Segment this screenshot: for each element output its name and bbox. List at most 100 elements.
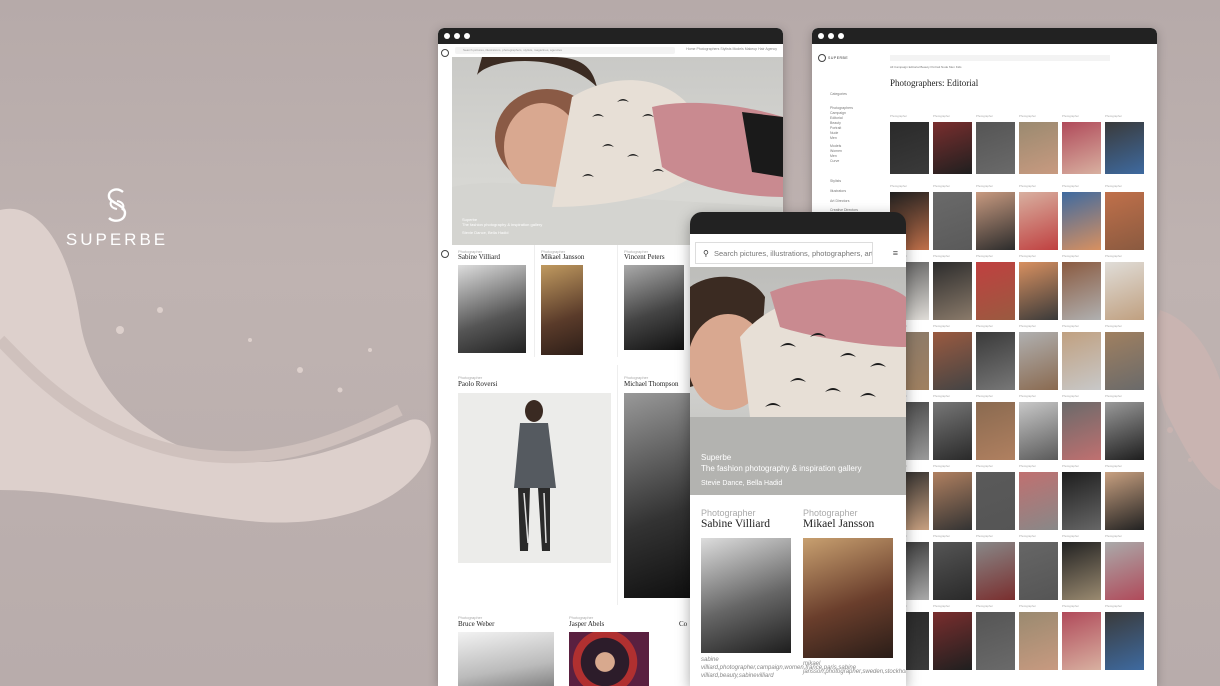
editorial-thumbnail[interactable] — [1062, 122, 1101, 174]
editorial-thumbnail[interactable] — [1019, 612, 1058, 670]
sidebar-category-item[interactable]: Portrait — [830, 126, 841, 130]
photographer-name[interactable]: Paolo Roversi — [458, 380, 497, 388]
search-input[interactable]: Search pictures, illustrations, photogra… — [455, 47, 675, 54]
editorial-thumbnail[interactable] — [933, 262, 972, 320]
editorial-thumbnail[interactable] — [976, 122, 1015, 174]
photographer-name[interactable]: Vincent Peters — [624, 253, 665, 261]
logo-icon[interactable] — [818, 54, 826, 62]
editorial-thumbnail[interactable] — [976, 542, 1015, 600]
editorial-thumbnail[interactable] — [890, 122, 929, 174]
editorial-thumbnail[interactable] — [933, 192, 972, 250]
thumbnail-label: Photographer — [976, 464, 993, 468]
editorial-thumbnail[interactable] — [976, 402, 1015, 460]
sidebar-category-item[interactable]: Men — [830, 154, 837, 158]
photo-thumbnail[interactable] — [624, 265, 684, 350]
sidebar-category-item[interactable]: Stylists — [830, 179, 841, 183]
editorial-thumbnail[interactable] — [1062, 542, 1101, 600]
editorial-thumbnail[interactable] — [1062, 262, 1101, 320]
editorial-thumbnail[interactable] — [1019, 402, 1058, 460]
hero-caption-tagline: The fashion photography & inspiration ga… — [462, 222, 543, 227]
photo-thumbnail[interactable] — [701, 538, 791, 653]
sidebar-category-item[interactable]: Categories — [830, 92, 847, 96]
editorial-thumbnail[interactable] — [1105, 472, 1144, 530]
logo-icon[interactable] — [441, 49, 449, 57]
photographer-name[interactable]: Michael Thompson — [624, 380, 679, 388]
photographer-name[interactable]: Co — [679, 620, 687, 628]
photographer-name[interactable]: Sabine Villiard — [701, 518, 770, 530]
thumbnail-label: Photographer — [933, 464, 950, 468]
sidebar-category-item[interactable]: Photographers — [830, 106, 853, 110]
editorial-thumbnail[interactable] — [933, 332, 972, 390]
sidebar-category-item[interactable]: Art Directors — [830, 199, 849, 203]
filter-tabs[interactable]: All Campaign Editorial Beauty Portrait N… — [890, 65, 962, 69]
left-rail — [438, 44, 453, 686]
thumbnail-label: Photographer — [1062, 324, 1079, 328]
window-dot — [838, 33, 844, 39]
photo-thumbnail[interactable] — [569, 632, 649, 686]
search-input[interactable] — [890, 55, 1110, 61]
editorial-thumbnail[interactable] — [1062, 612, 1101, 670]
photographer-name[interactable]: Jasper Abels — [569, 620, 604, 628]
photo-thumbnail[interactable] — [458, 632, 554, 686]
editorial-thumbnail[interactable] — [1105, 402, 1144, 460]
editorial-thumbnail[interactable] — [1062, 472, 1101, 530]
sidebar-category-item[interactable]: Curve — [830, 159, 839, 163]
photo-thumbnail[interactable] — [803, 538, 893, 658]
editorial-thumbnail[interactable] — [933, 542, 972, 600]
mobile-hero-tagline: The fashion photography & inspiration ga… — [701, 464, 862, 473]
photo-thumbnail[interactable] — [624, 393, 694, 598]
photo-thumbnail[interactable] — [541, 265, 583, 355]
mobile-search-placeholder: Search pictures, illustrations, photogra… — [714, 249, 872, 258]
sidebar-category-item[interactable]: Beauty — [830, 121, 841, 125]
photo-thumbnail[interactable] — [458, 265, 526, 353]
editorial-thumbnail[interactable] — [1062, 332, 1101, 390]
editorial-thumbnail[interactable] — [1105, 262, 1144, 320]
editorial-thumbnail[interactable] — [1105, 192, 1144, 250]
sidebar-category-item[interactable]: Models — [830, 144, 841, 148]
editorial-thumbnail[interactable] — [1105, 332, 1144, 390]
mobile-search-input[interactable]: ⚲ Search pictures, illustrations, photog… — [695, 242, 873, 264]
top-nav[interactable]: Home Photographers Stylists Models Makeu… — [686, 47, 777, 51]
sidebar-category-item[interactable]: Campaign — [830, 111, 846, 115]
editorial-thumbnail[interactable] — [976, 612, 1015, 670]
sidebar-category-item[interactable]: Nude — [830, 131, 838, 135]
editorial-thumbnail[interactable] — [933, 612, 972, 670]
editorial-thumbnail[interactable] — [1105, 612, 1144, 670]
photographer-name[interactable]: Bruce Weber — [458, 620, 494, 628]
sidebar-category-item[interactable]: Editorial — [830, 116, 843, 120]
mobile-hero-image[interactable]: Superbe The fashion photography & inspir… — [690, 267, 906, 495]
editorial-thumbnail[interactable] — [933, 472, 972, 530]
editorial-thumbnail[interactable] — [1019, 192, 1058, 250]
editorial-thumbnail[interactable] — [1019, 262, 1058, 320]
editorial-thumbnail[interactable] — [976, 262, 1015, 320]
photographer-name[interactable]: Sabine Villiard — [458, 253, 500, 261]
editorial-thumbnail[interactable] — [1019, 122, 1058, 174]
editorial-thumbnail[interactable] — [933, 402, 972, 460]
thumbnail-label: Photographer — [976, 114, 993, 118]
photo-thumbnail[interactable] — [458, 393, 611, 563]
editorial-thumbnail[interactable] — [1062, 192, 1101, 250]
photographer-name[interactable]: Mikael Jansson — [803, 518, 874, 530]
editorial-thumbnail[interactable] — [976, 192, 1015, 250]
sidebar-category-item[interactable]: Illustrators — [830, 189, 846, 193]
brand-name: SUPERBE — [65, 230, 169, 249]
s-monogram-icon — [107, 188, 127, 222]
thumbnail-label: Photographer — [976, 604, 993, 608]
editorial-thumbnail[interactable] — [1019, 332, 1058, 390]
editorial-thumbnail[interactable] — [1019, 472, 1058, 530]
hero-caption: Superbe The fashion photography & inspir… — [462, 217, 542, 235]
sidebar-category-item[interactable]: Women — [830, 149, 842, 153]
editorial-thumbnail[interactable] — [1062, 402, 1101, 460]
hamburger-icon[interactable]: ≡ — [893, 248, 898, 258]
editorial-thumbnail[interactable] — [933, 122, 972, 174]
editorial-thumbnail[interactable] — [1105, 122, 1144, 174]
editorial-thumbnail[interactable] — [1105, 542, 1144, 600]
sidebar-brand: SUPERBE — [828, 56, 849, 60]
thumbnail-label: Photographer — [1062, 184, 1079, 188]
editorial-thumbnail[interactable] — [1019, 542, 1058, 600]
photographer-name[interactable]: Mikael Jansson — [541, 253, 584, 261]
sidebar-category-item[interactable]: Men — [830, 136, 837, 140]
editorial-thumbnail[interactable] — [976, 332, 1015, 390]
mobile-hero-credit: Stevie Dance, Bella Hadid — [701, 480, 783, 487]
editorial-thumbnail[interactable] — [976, 472, 1015, 530]
